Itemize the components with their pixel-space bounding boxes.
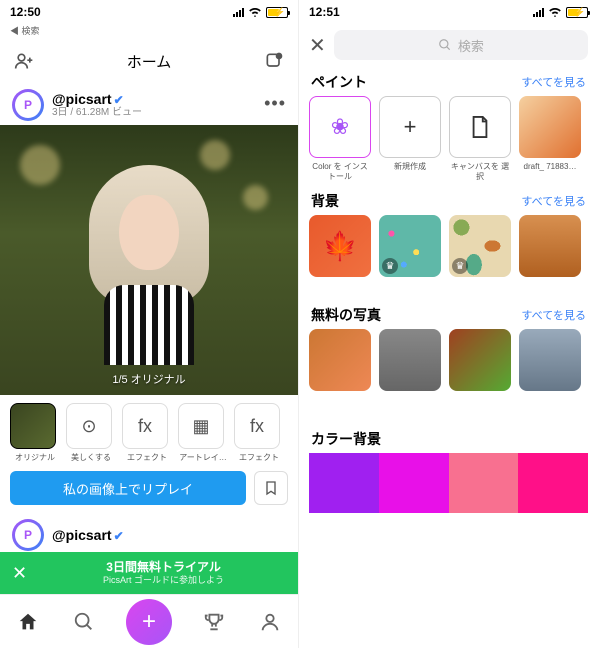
post-header: P @picsart✔ 3日 / 61.28M ビュー •••: [0, 83, 298, 125]
battery-icon: ⚡: [266, 7, 288, 18]
status-time: 12:51: [309, 5, 340, 19]
photo-item-4[interactable]: [519, 329, 581, 391]
notification-icon[interactable]: [262, 49, 286, 73]
post-2-header: P @picsart✔: [0, 513, 298, 557]
section-photos-title: 無料の写真: [311, 305, 381, 325]
bg-item-4[interactable]: [519, 215, 581, 277]
color-item-1[interactable]: [309, 453, 379, 513]
see-all-paint[interactable]: すべてを見る: [521, 74, 586, 90]
bottom-nav: +: [0, 594, 298, 648]
status-bar: 12:51 ⚡: [299, 0, 598, 24]
username[interactable]: @picsart✔: [52, 91, 142, 108]
bg-item-1[interactable]: [309, 215, 371, 277]
photo-item-1[interactable]: [309, 329, 371, 391]
signal-icon: [233, 8, 244, 17]
right-phone: 12:51 ⚡ ✕ 検索 ペイント すべてを見る ❀Color を インストール…: [299, 0, 598, 648]
nav-add-button[interactable]: +: [126, 599, 172, 645]
username[interactable]: @picsart✔: [52, 527, 124, 544]
paint-draft[interactable]: draft_ 71883…: [519, 96, 581, 181]
search-input[interactable]: 検索: [334, 30, 588, 60]
signal-icon: [533, 8, 544, 17]
nav-trophy-icon[interactable]: [200, 608, 228, 636]
status-bar: 12:50 ⚡: [0, 0, 298, 24]
section-bg-title: 背景: [311, 191, 339, 211]
post-meta: 3日 / 61.28M ビュー: [52, 107, 142, 119]
trial-subtitle: PicsArt ゴールドに参加しよう: [41, 575, 286, 586]
photo-item-3[interactable]: [449, 329, 511, 391]
post-image[interactable]: 1/5 オリジナル: [0, 125, 298, 395]
wifi-icon: [248, 7, 262, 17]
thumb-effect-2[interactable]: fxエフェクト: [234, 403, 284, 463]
thumb-original[interactable]: オリジナル: [10, 403, 60, 463]
close-icon[interactable]: ✕: [309, 33, 326, 58]
left-phone: 12:50 ⚡ ◀ 検索 ホーム P @picsart✔ 3日 / 61.28M…: [0, 0, 299, 648]
see-all-photos[interactable]: すべてを見る: [521, 307, 586, 323]
bg-item-3[interactable]: ♛: [449, 215, 511, 277]
nav-profile-icon[interactable]: [256, 608, 284, 636]
replay-button[interactable]: 私の画像上でリプレイ: [10, 471, 246, 505]
color-item-4[interactable]: [518, 453, 588, 513]
section-colorbg-title: カラー背景: [311, 429, 381, 449]
trial-title: 3日間無料トライアル: [41, 560, 286, 574]
photo-item-2[interactable]: [379, 329, 441, 391]
image-caption: 1/5 オリジナル: [112, 371, 185, 387]
photo-row: [299, 329, 598, 395]
nav-home-icon[interactable]: [14, 608, 42, 636]
battery-icon: ⚡: [566, 7, 588, 18]
paint-row: ❀Color を インストール +新規作成 キャンバスを 選択 draft_ 7…: [299, 96, 598, 185]
add-user-icon[interactable]: [12, 49, 36, 73]
wifi-icon: [548, 7, 562, 17]
see-all-bg[interactable]: すべてを見る: [521, 193, 586, 209]
background-row: ♛ ♛: [299, 215, 598, 281]
top-bar: ホーム: [0, 39, 298, 83]
color-bg-row: [299, 453, 598, 513]
page-title: ホーム: [127, 51, 172, 72]
paint-new[interactable]: +新規作成: [379, 96, 441, 181]
status-time: 12:50: [10, 5, 41, 19]
nav-search-icon[interactable]: [70, 608, 98, 636]
color-item-3[interactable]: [449, 453, 519, 513]
more-icon[interactable]: •••: [264, 93, 286, 114]
paint-canvas-select[interactable]: キャンバスを 選択: [449, 96, 511, 181]
bookmark-button[interactable]: [254, 471, 288, 505]
thumbnail-row: オリジナル ⊙美しくする fxエフェクト ▦アートレイ… fxエフェクト: [0, 395, 298, 471]
premium-icon: ♛: [382, 258, 398, 274]
premium-icon: ♛: [452, 258, 468, 274]
thumb-beautify[interactable]: ⊙美しくする: [66, 403, 116, 463]
verified-icon: ✔: [114, 93, 124, 107]
close-icon[interactable]: ✕: [12, 563, 27, 584]
avatar[interactable]: P: [12, 519, 44, 551]
color-item-2[interactable]: [379, 453, 449, 513]
bg-item-2[interactable]: ♛: [379, 215, 441, 277]
section-paint-title: ペイント: [311, 72, 367, 92]
verified-icon: ✔: [114, 529, 124, 543]
back-search-hint[interactable]: ◀ 検索: [0, 24, 298, 39]
search-icon: [438, 38, 452, 52]
trial-banner[interactable]: ✕ 3日間無料トライアル PicsArt ゴールドに参加しよう: [0, 552, 298, 594]
avatar[interactable]: P: [12, 89, 44, 121]
thumb-effect-1[interactable]: fxエフェクト: [122, 403, 172, 463]
paint-color-install[interactable]: ❀Color を インストール: [309, 96, 371, 181]
thumb-artlayer[interactable]: ▦アートレイ…: [178, 403, 228, 463]
